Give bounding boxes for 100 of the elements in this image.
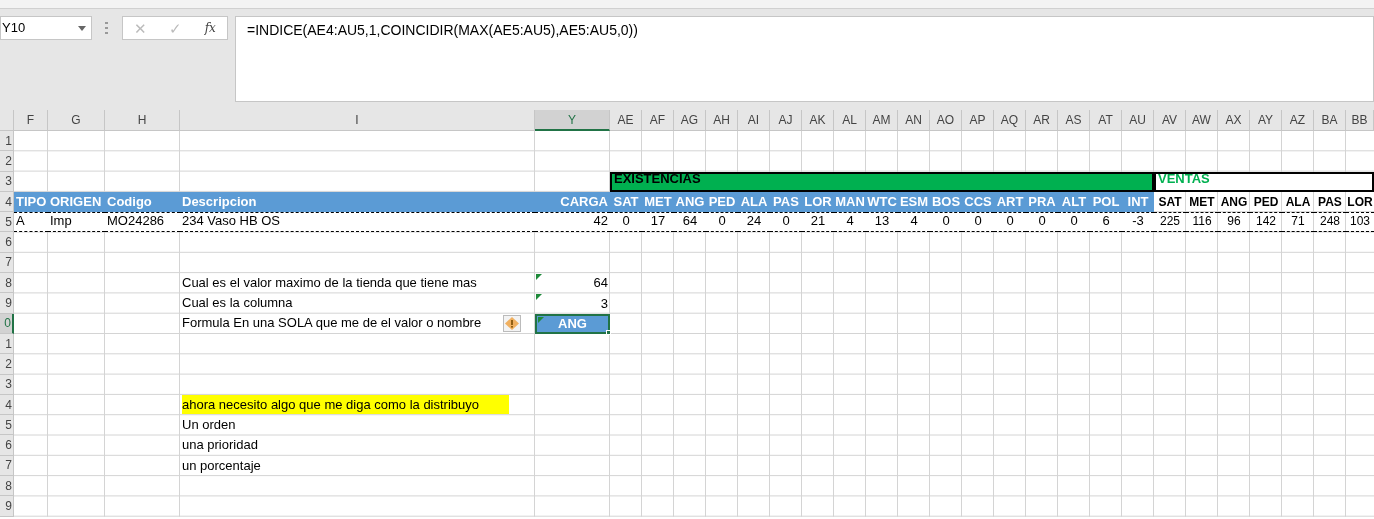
table-cell: 0 <box>1058 212 1090 233</box>
note-text: un porcentaje <box>182 456 261 475</box>
column-heading: INT <box>1122 191 1154 213</box>
table-cell: 13 <box>866 212 898 233</box>
table-cell: -3 <box>1122 212 1154 233</box>
table-cell: 17 <box>642 212 674 233</box>
column-header[interactable]: AW <box>1186 110 1218 131</box>
section-header: EXISTENCIAS <box>610 171 1154 192</box>
table-cell: 3 <box>535 293 610 314</box>
formula-field[interactable]: =INDICE(AE4:AU5,1,COINCIDIR(MAX(AE5:AU5),AE5:AU5,0)) <box>235 16 1374 102</box>
caret-icon <box>78 25 86 31</box>
column-heading: ALT <box>1058 191 1090 213</box>
table-cell: 6 <box>1090 212 1122 233</box>
grip-icon <box>105 22 108 34</box>
column-header[interactable]: AL <box>834 110 866 131</box>
column-header[interactable]: BB <box>1346 110 1374 131</box>
column-header[interactable]: AP <box>962 110 994 131</box>
column-header[interactable]: AS <box>1058 110 1090 131</box>
row-header[interactable]: 5 <box>0 415 14 436</box>
column-heading: ORIGEN <box>48 191 105 213</box>
column-heading: POL <box>1090 191 1122 213</box>
name-box[interactable]: Y10 <box>0 16 92 40</box>
column-heading: MAN <box>834 191 866 213</box>
table-cell: A <box>14 212 48 233</box>
warning-icon[interactable] <box>503 314 521 332</box>
row-header[interactable]: 6 <box>0 435 14 456</box>
row-header[interactable]: 3 <box>0 374 14 395</box>
row-header[interactable]: 7 <box>0 455 14 477</box>
column-heading: PRA <box>1026 191 1058 213</box>
column-header[interactable]: BA <box>1314 110 1346 131</box>
column-heading: ANG <box>674 191 706 213</box>
column-header[interactable]: AQ <box>994 110 1026 131</box>
column-header[interactable]: AY <box>1250 110 1282 131</box>
column-header[interactable]: AN <box>898 110 930 131</box>
column-header[interactable]: AK <box>802 110 834 131</box>
fill-handle[interactable] <box>606 329 611 335</box>
column-heading: SAT <box>1157 194 1183 212</box>
column-header[interactable]: AO <box>930 110 962 131</box>
table-cell: 0 <box>962 212 994 233</box>
column-header[interactable]: Y <box>535 110 610 131</box>
table-cell-text: Cual es la columna <box>181 294 294 313</box>
table-cell: 42 <box>535 212 610 233</box>
column-header[interactable]: AX <box>1218 110 1250 131</box>
insert-function-button[interactable]: fx <box>204 22 216 34</box>
row-header[interactable]: 2 <box>0 151 14 172</box>
row-header[interactable]: 7 <box>0 252 14 274</box>
column-header[interactable]: AJ <box>770 110 802 131</box>
row-header[interactable]: 1 <box>0 131 14 152</box>
row-header[interactable]: 9 <box>0 293 14 314</box>
column-header[interactable]: I <box>180 110 535 131</box>
column-heading: WTC <box>866 191 898 213</box>
table-cell: 96 <box>1218 212 1250 233</box>
row-header[interactable]: 1 <box>0 333 14 355</box>
column-header[interactable]: AE <box>610 110 642 131</box>
column-header[interactable]: AU <box>1122 110 1154 131</box>
column-header[interactable]: AH <box>706 110 738 131</box>
column-header[interactable]: F <box>14 110 48 131</box>
table-cell: 4 <box>834 212 866 233</box>
row-header[interactable]: 6 <box>0 232 14 253</box>
row-header[interactable]: 0 <box>0 313 14 334</box>
column-header[interactable]: AG <box>674 110 706 131</box>
table-cell: 0 <box>1026 212 1058 233</box>
row-header[interactable]: 4 <box>0 394 14 416</box>
column-heading: PED <box>1252 194 1280 212</box>
row-header[interactable]: 5 <box>0 212 14 233</box>
column-header[interactable]: AF <box>642 110 674 131</box>
note-text: Un orden <box>182 415 236 434</box>
column-header[interactable]: AZ <box>1282 110 1314 131</box>
table-cell: 0 <box>770 212 802 233</box>
column-heading: ART <box>994 191 1026 213</box>
column-header[interactable]: AM <box>866 110 898 131</box>
row-header[interactable]: 2 <box>0 354 14 375</box>
table-cell: 64 <box>535 273 610 294</box>
column-header[interactable]: AT <box>1090 110 1122 131</box>
table-cell: 21 <box>802 212 834 233</box>
column-heading: Codigo <box>105 191 180 213</box>
table-cell: MO24286 <box>105 212 180 233</box>
column-heading: ALA <box>738 191 770 213</box>
row-header[interactable]: 8 <box>0 273 14 294</box>
column-header[interactable]: AV <box>1154 110 1186 131</box>
table-cell: 71 <box>1282 212 1314 233</box>
column-heading: CCS <box>962 191 994 213</box>
table-cell: 142 <box>1250 212 1282 233</box>
row-header[interactable]: 4 <box>0 191 14 213</box>
column-heading: PAS <box>770 191 802 213</box>
table-cell: 248 <box>1314 212 1346 233</box>
row-header[interactable]: 8 <box>0 476 14 497</box>
table-cell: 24 <box>738 212 770 233</box>
column-heading: LOR <box>1346 194 1374 212</box>
column-header[interactable]: AI <box>738 110 770 131</box>
row-header[interactable]: 9 <box>0 496 14 517</box>
table-cell: Imp <box>48 212 105 233</box>
column-header[interactable]: H <box>105 110 180 131</box>
row-header[interactable]: 3 <box>0 171 14 192</box>
column-header[interactable]: AR <box>1026 110 1058 131</box>
table-cell: Formula En una SOLA que me de el valor o nombre <box>180 313 535 334</box>
column-heading: MET <box>1188 194 1216 212</box>
column-heading: Descripcion <box>180 191 535 213</box>
column-header[interactable]: G <box>48 110 105 131</box>
table-cell: 103 <box>1346 212 1374 233</box>
